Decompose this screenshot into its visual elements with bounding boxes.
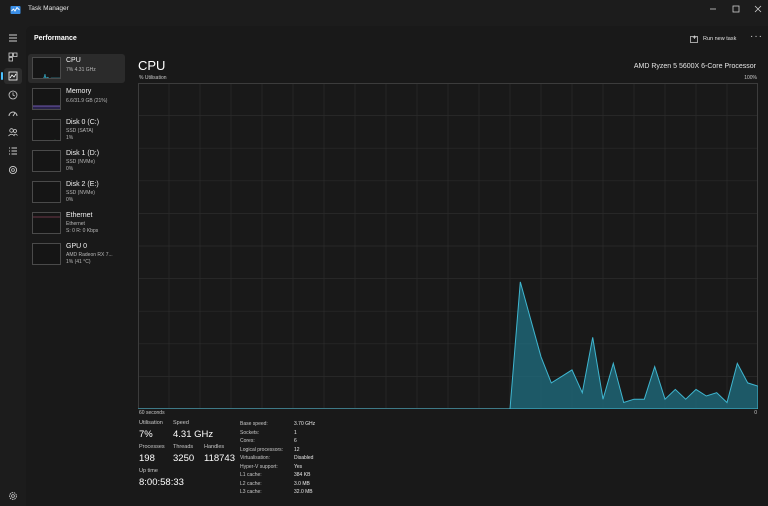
spec-key: Sockets: xyxy=(240,429,260,436)
resource-name: Memory xyxy=(66,88,92,95)
memory-thumbnail xyxy=(32,88,61,110)
spec-value: 32.0 MB xyxy=(294,489,313,495)
menu-icon[interactable] xyxy=(7,32,19,44)
spec-value: 384 KB xyxy=(294,472,311,478)
speed-label: Speed xyxy=(173,420,189,426)
page-title: Performance xyxy=(34,35,77,42)
maximize-button[interactable] xyxy=(730,3,742,15)
utilisation-label: Utilisation xyxy=(139,420,163,426)
processes-value: 198 xyxy=(139,453,155,464)
speed-value: 4.31 GHz xyxy=(173,429,214,440)
run-new-task-button[interactable]: Run new task xyxy=(690,32,736,46)
processes-label: Processes xyxy=(139,444,165,450)
disk0-thumbnail xyxy=(32,119,61,141)
spec-key: Logical processors: xyxy=(240,446,284,453)
handles-value: 118743 xyxy=(204,453,235,464)
resource-item-disk1[interactable]: Disk 1 (D:) SSD (NVMe) 0% xyxy=(28,147,125,176)
spec-value: 12 xyxy=(294,446,300,453)
resource-usage: 0% xyxy=(66,197,74,203)
spec-key: L3 cache: xyxy=(240,489,262,495)
users-icon[interactable] xyxy=(7,126,19,138)
spec-key: Cores: xyxy=(240,438,255,444)
nav-rail xyxy=(0,26,26,506)
y-axis-max: 100% xyxy=(744,75,757,81)
minimize-icon xyxy=(710,8,716,10)
maximize-icon xyxy=(732,5,740,13)
spec-key: Virtualisation: xyxy=(240,455,270,461)
window-title: Task Manager xyxy=(28,5,69,12)
resource-detail: AMD Radeon RX 7... xyxy=(66,252,113,258)
cpu-utilisation-chart xyxy=(138,83,758,409)
resource-detail: SSD (NVMe) xyxy=(66,190,95,196)
resource-detail: 6.6/31.9 GB (21%) xyxy=(66,98,108,104)
utilisation-value: 7% xyxy=(139,429,153,440)
threads-value: 3250 xyxy=(173,453,195,464)
resource-detail: SSD (SATA) xyxy=(66,128,94,134)
resource-item-disk2[interactable]: Disk 2 (E:) SSD (NVMe) 0% xyxy=(28,178,125,207)
minimize-button[interactable] xyxy=(707,3,719,15)
task-manager-icon xyxy=(10,6,21,14)
resource-usage: S: 0 R: 0 Kbps xyxy=(66,228,99,234)
details-icon[interactable] xyxy=(7,145,19,157)
resource-detail: SSD (NVMe) xyxy=(66,159,95,165)
settings-icon[interactable] xyxy=(7,490,19,502)
spec-key: Base speed: xyxy=(240,421,268,427)
resource-item-ethernet[interactable]: Ethernet Ethernet S: 0 R: 0 Kbps xyxy=(28,209,125,238)
resource-item-memory[interactable]: Memory 6.6/31.9 GB (21%) xyxy=(28,85,125,114)
gpu0-thumbnail xyxy=(32,243,61,265)
y-axis-min: 0 xyxy=(754,410,757,416)
uptime-label: Up time xyxy=(139,468,158,474)
performance-icon xyxy=(8,71,18,81)
spec-key: L2 cache: xyxy=(240,480,262,487)
resource-name: Disk 2 (E:) xyxy=(66,181,99,188)
disk1-thumbnail xyxy=(32,150,61,172)
resource-usage: 1% (41 °C) xyxy=(66,259,91,265)
resource-name: CPU xyxy=(66,57,81,64)
processor-model: AMD Ryzen 5 5600X 6-Core Processor xyxy=(633,63,756,70)
detail-title: CPU xyxy=(138,58,166,73)
spec-value: Disabled xyxy=(294,455,314,461)
app-history-icon[interactable] xyxy=(7,89,19,101)
resource-detail: Ethernet xyxy=(66,221,85,227)
handles-label: Handles xyxy=(204,444,225,450)
resource-item-gpu0[interactable]: GPU 0 AMD Radeon RX 7... 1% (41 °C) xyxy=(28,240,125,269)
title-bar: Task Manager xyxy=(0,0,768,20)
resource-name: Disk 0 (C:) xyxy=(66,119,100,126)
spec-value: 3.70 GHz xyxy=(294,421,316,427)
run-new-task-label: Run new task xyxy=(703,36,737,42)
uptime-value: 8:00:58:33 xyxy=(139,477,184,488)
nav-performance[interactable] xyxy=(1,68,22,84)
spec-key: L1 cache: xyxy=(240,472,262,478)
resource-usage: 1% xyxy=(66,135,74,141)
disk2-thumbnail xyxy=(32,181,61,203)
resource-name: Ethernet xyxy=(66,212,93,219)
services-icon[interactable] xyxy=(7,164,19,176)
spec-key: Hyper-V support: xyxy=(240,463,278,470)
x-axis-label: 60 seconds xyxy=(139,410,165,416)
resource-name: GPU 0 xyxy=(66,243,88,250)
threads-label: Threads xyxy=(173,444,194,450)
ethernet-thumbnail xyxy=(32,212,61,234)
more-options-button[interactable]: ··· xyxy=(750,31,763,42)
resource-item-disk0[interactable]: Disk 0 (C:) SSD (SATA) 1% xyxy=(28,116,125,145)
spec-value: 3.0 MB xyxy=(294,480,310,487)
spec-value: 1 xyxy=(294,429,297,436)
spec-value: Yes xyxy=(294,463,303,470)
performance-page: Performance Run new task ··· CPU 7% 4.31… xyxy=(26,26,768,506)
resource-usage: 0% xyxy=(66,166,74,172)
run-task-icon xyxy=(690,35,698,43)
spec-value: 6 xyxy=(294,438,297,444)
resource-item-cpu[interactable]: CPU 7% 4.31 GHz xyxy=(28,54,125,83)
startup-icon[interactable] xyxy=(7,108,19,120)
cpu-thumbnail xyxy=(32,57,61,79)
y-axis-label: % Utilisation xyxy=(139,75,167,81)
processes-icon[interactable] xyxy=(7,51,19,63)
close-icon xyxy=(754,5,762,13)
resource-name: Disk 1 (D:) xyxy=(66,150,100,157)
close-button[interactable] xyxy=(752,3,764,15)
resource-detail: 7% 4.31 GHz xyxy=(66,67,96,73)
